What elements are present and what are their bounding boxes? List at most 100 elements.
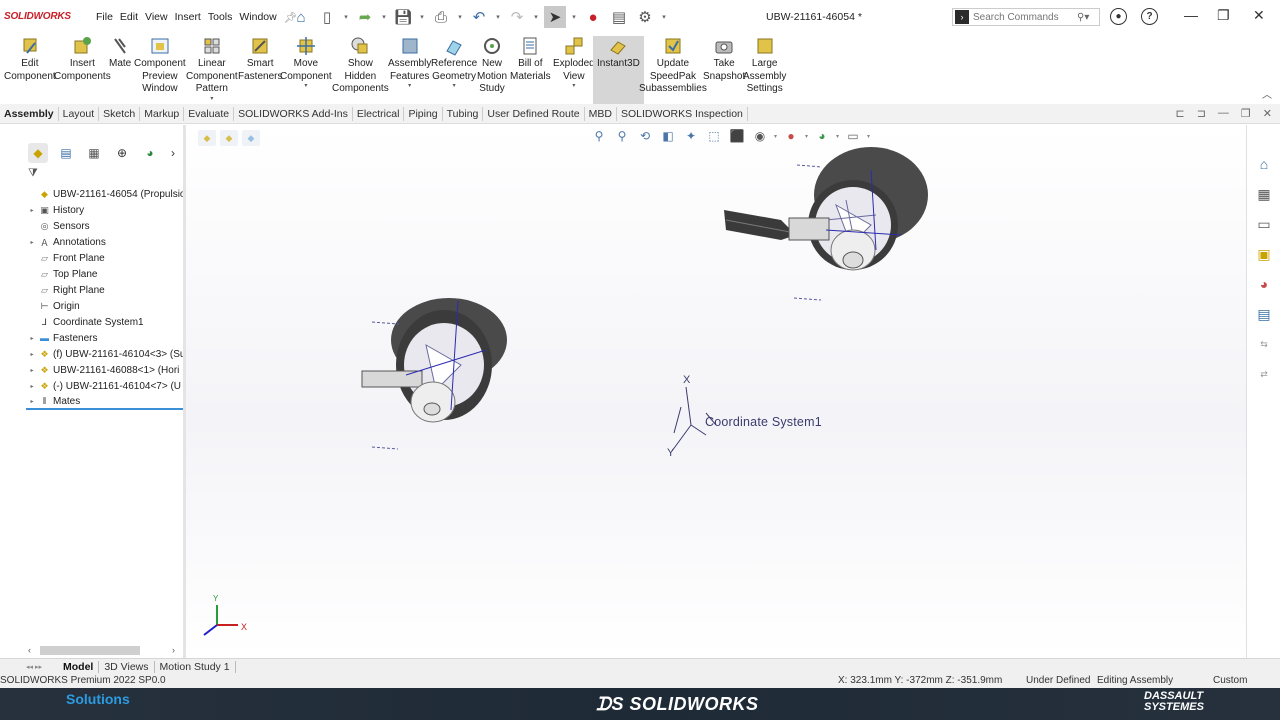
select-pointer-icon[interactable]: ➤ bbox=[544, 6, 566, 28]
doc-minimize-icon[interactable]: — bbox=[1218, 107, 1229, 120]
scroll-right-icon[interactable]: › bbox=[172, 645, 175, 655]
redo-icon[interactable]: ↷ bbox=[506, 6, 528, 28]
file-properties-icon[interactable]: ▤ bbox=[608, 6, 630, 28]
insert-components-button[interactable]: Insert Components bbox=[54, 36, 111, 83]
move-component-button[interactable]: Move Component ▾ bbox=[280, 36, 332, 89]
doc-restore-icon[interactable]: ❐ bbox=[1241, 107, 1251, 120]
tree-item-right-plane[interactable]: ▱ Right Plane bbox=[26, 282, 184, 298]
assembly-features-button[interactable]: Assembly Features ▾ bbox=[388, 36, 431, 89]
chevron-down-icon[interactable]: ▾ bbox=[342, 13, 350, 21]
tree-item-mates[interactable]: ▸ ⫴ Mates bbox=[26, 394, 184, 410]
view-palette-icon[interactable]: ▣ bbox=[1253, 243, 1275, 265]
show-hidden-button[interactable]: Show Hidden Components bbox=[332, 36, 389, 96]
tab-piping[interactable]: Piping bbox=[404, 106, 443, 121]
dimxpert-tab-icon[interactable]: ⊕ bbox=[112, 143, 132, 163]
chevron-down-icon[interactable]: ▾ bbox=[418, 13, 426, 21]
filter-icon[interactable]: ⧩ bbox=[28, 167, 38, 180]
large-assembly-settings-button[interactable]: Large Assembly Settings bbox=[743, 36, 786, 96]
chevron-down-icon[interactable]: ▾ bbox=[660, 13, 668, 21]
new-document-icon[interactable]: ▯ bbox=[316, 6, 338, 28]
tree-item-top-plane[interactable]: ▱ Top Plane bbox=[26, 266, 184, 282]
chevron-right-icon[interactable]: › bbox=[168, 143, 178, 163]
file-explorer-icon[interactable]: ▭ bbox=[1253, 213, 1275, 235]
configuration-manager-tab-icon[interactable]: ▦ bbox=[84, 143, 104, 163]
collapse-ribbon-icon[interactable]: ︿ bbox=[1262, 86, 1272, 101]
feature-manager-tab-icon[interactable]: ◆ bbox=[28, 143, 48, 163]
menu-edit[interactable]: Edit bbox=[120, 11, 138, 24]
panel-right-icon[interactable]: ⊐ bbox=[1197, 107, 1206, 120]
menu-view[interactable]: View bbox=[145, 11, 168, 24]
tree-item-subassembly-1[interactable]: ▸ ❖ (f) UBW-21161-46104<3> (Su bbox=[26, 346, 184, 362]
tree-item-subassembly-3[interactable]: ▸ ❖ (-) UBW-21161-46104<7> (U bbox=[26, 378, 184, 394]
solidworks-resources-icon[interactable]: ⌂ bbox=[1253, 153, 1275, 175]
component-preview-button[interactable]: Component Preview Window bbox=[134, 36, 186, 96]
pin-panel-icon[interactable]: ⇆ bbox=[1253, 333, 1275, 355]
rebuild-icon[interactable]: ● bbox=[582, 6, 604, 28]
tab-markup[interactable]: Markup bbox=[140, 106, 185, 121]
menu-insert[interactable]: Insert bbox=[175, 11, 201, 24]
tab-sketch[interactable]: Sketch bbox=[99, 106, 141, 121]
chevron-down-icon[interactable]: ▾ bbox=[570, 13, 578, 21]
tab-inspection[interactable]: SOLIDWORKS Inspection bbox=[617, 106, 748, 121]
help-icon[interactable]: ? bbox=[1141, 8, 1158, 25]
status-units[interactable]: Custom bbox=[1213, 675, 1247, 686]
tree-item-subassembly-2[interactable]: ▸ ❖ UBW-21161-46088<1> (Hori bbox=[26, 362, 184, 378]
tree-item-coordinate-system[interactable]: ⅃ Coordinate System1 bbox=[26, 314, 184, 330]
coordinate-system-label[interactable]: Coordinate System1 bbox=[705, 415, 822, 429]
tree-item-root-assembly[interactable]: ◆UBW-21161-46054 (Propulsion S bbox=[26, 186, 184, 202]
horizontal-scrollbar[interactable]: ‹ › bbox=[26, 644, 184, 656]
tab-navigation-icon[interactable]: ◂◂ ▸▸ bbox=[0, 663, 58, 671]
tree-item-history[interactable]: ▸ ▣ History bbox=[26, 202, 184, 218]
chevron-down-icon[interactable]: ▾ bbox=[494, 13, 502, 21]
graphics-area[interactable]: ◆ ◆ ◆ ⚲ ⚲ ⟲ ◧ ✦ ⬚ ⬛ ◉ ▾ ● ▾ ◕ ▾ ▭ ▾ X Y … bbox=[186, 125, 1246, 658]
property-manager-tab-icon[interactable]: ▤ bbox=[56, 143, 76, 163]
tree-item-fasteners[interactable]: ▸ ▬ Fasteners bbox=[26, 330, 184, 346]
tab-motion-study[interactable]: Motion Study 1 bbox=[155, 660, 236, 673]
chevron-down-icon[interactable]: ▾ bbox=[456, 13, 464, 21]
menu-window[interactable]: Window bbox=[239, 11, 276, 24]
tab-user-defined-route[interactable]: User Defined Route bbox=[483, 106, 585, 121]
thruster-assembly-right[interactable] bbox=[724, 147, 928, 301]
edit-component-button[interactable]: Edit Component bbox=[4, 36, 56, 83]
tab-assembly[interactable]: Assembly bbox=[0, 106, 59, 121]
tab-model[interactable]: Model bbox=[58, 660, 100, 673]
save-icon[interactable]: 💾︎ bbox=[392, 6, 414, 28]
tab-evaluate[interactable]: Evaluate bbox=[184, 106, 235, 121]
display-manager-tab-icon[interactable]: ◕ bbox=[140, 143, 160, 163]
exploded-view-button[interactable]: Exploded View ▾ bbox=[553, 36, 595, 89]
take-snapshot-button[interactable]: Take Snapshot bbox=[703, 36, 745, 83]
appearances-icon[interactable]: ◕ bbox=[1253, 273, 1275, 295]
restore-icon[interactable]: ❐ bbox=[1217, 7, 1230, 24]
tab-mbd[interactable]: MBD bbox=[585, 106, 617, 121]
search-commands-box[interactable]: › ⚲▾ bbox=[952, 8, 1100, 26]
panel-left-icon[interactable]: ⊏ bbox=[1175, 107, 1184, 120]
menu-tools[interactable]: Tools bbox=[208, 11, 233, 24]
smart-fasteners-button[interactable]: Smart Fasteners bbox=[238, 36, 282, 83]
chevron-down-icon[interactable]: ▾ bbox=[380, 13, 388, 21]
new-motion-study-button[interactable]: New Motion Study bbox=[477, 36, 507, 96]
minimize-icon[interactable]: — bbox=[1184, 7, 1198, 23]
tab-addins[interactable]: SOLIDWORKS Add-Ins bbox=[234, 106, 353, 121]
tree-item-origin[interactable]: ⊢ Origin bbox=[26, 298, 184, 314]
tree-item-annotations[interactable]: ▸ Ａ Annotations bbox=[26, 234, 184, 250]
tab-3d-views[interactable]: 3D Views bbox=[99, 660, 155, 673]
tree-item-front-plane[interactable]: ▱ Front Plane bbox=[26, 250, 184, 266]
search-input[interactable] bbox=[973, 11, 1077, 23]
options-gear-icon[interactable]: ⚙ bbox=[634, 6, 656, 28]
close-icon[interactable]: ✕ bbox=[1253, 7, 1265, 24]
print-icon[interactable]: ⎙ bbox=[430, 6, 452, 28]
open-icon[interactable]: ➦ bbox=[354, 6, 376, 28]
update-speedpak-button[interactable]: Update SpeedPak Subassemblies bbox=[639, 36, 707, 96]
home-icon[interactable]: ⌂ bbox=[290, 6, 312, 28]
instant3d-button[interactable]: Instant3D bbox=[593, 36, 644, 104]
doc-close-icon[interactable]: ✕ bbox=[1263, 107, 1272, 120]
scroll-left-icon[interactable]: ‹ bbox=[28, 645, 31, 655]
chevron-down-icon[interactable]: ▾ bbox=[532, 13, 540, 21]
tab-layout[interactable]: Layout bbox=[59, 106, 100, 121]
tab-electrical[interactable]: Electrical bbox=[353, 106, 405, 121]
expand-panel-icon[interactable]: ⇄ bbox=[1253, 363, 1275, 385]
user-account-icon[interactable]: ● bbox=[1110, 8, 1127, 25]
custom-properties-icon[interactable]: ▤ bbox=[1253, 303, 1275, 325]
bill-of-materials-button[interactable]: Bill of Materials bbox=[510, 36, 551, 83]
scrollbar-thumb[interactable] bbox=[40, 645, 140, 655]
